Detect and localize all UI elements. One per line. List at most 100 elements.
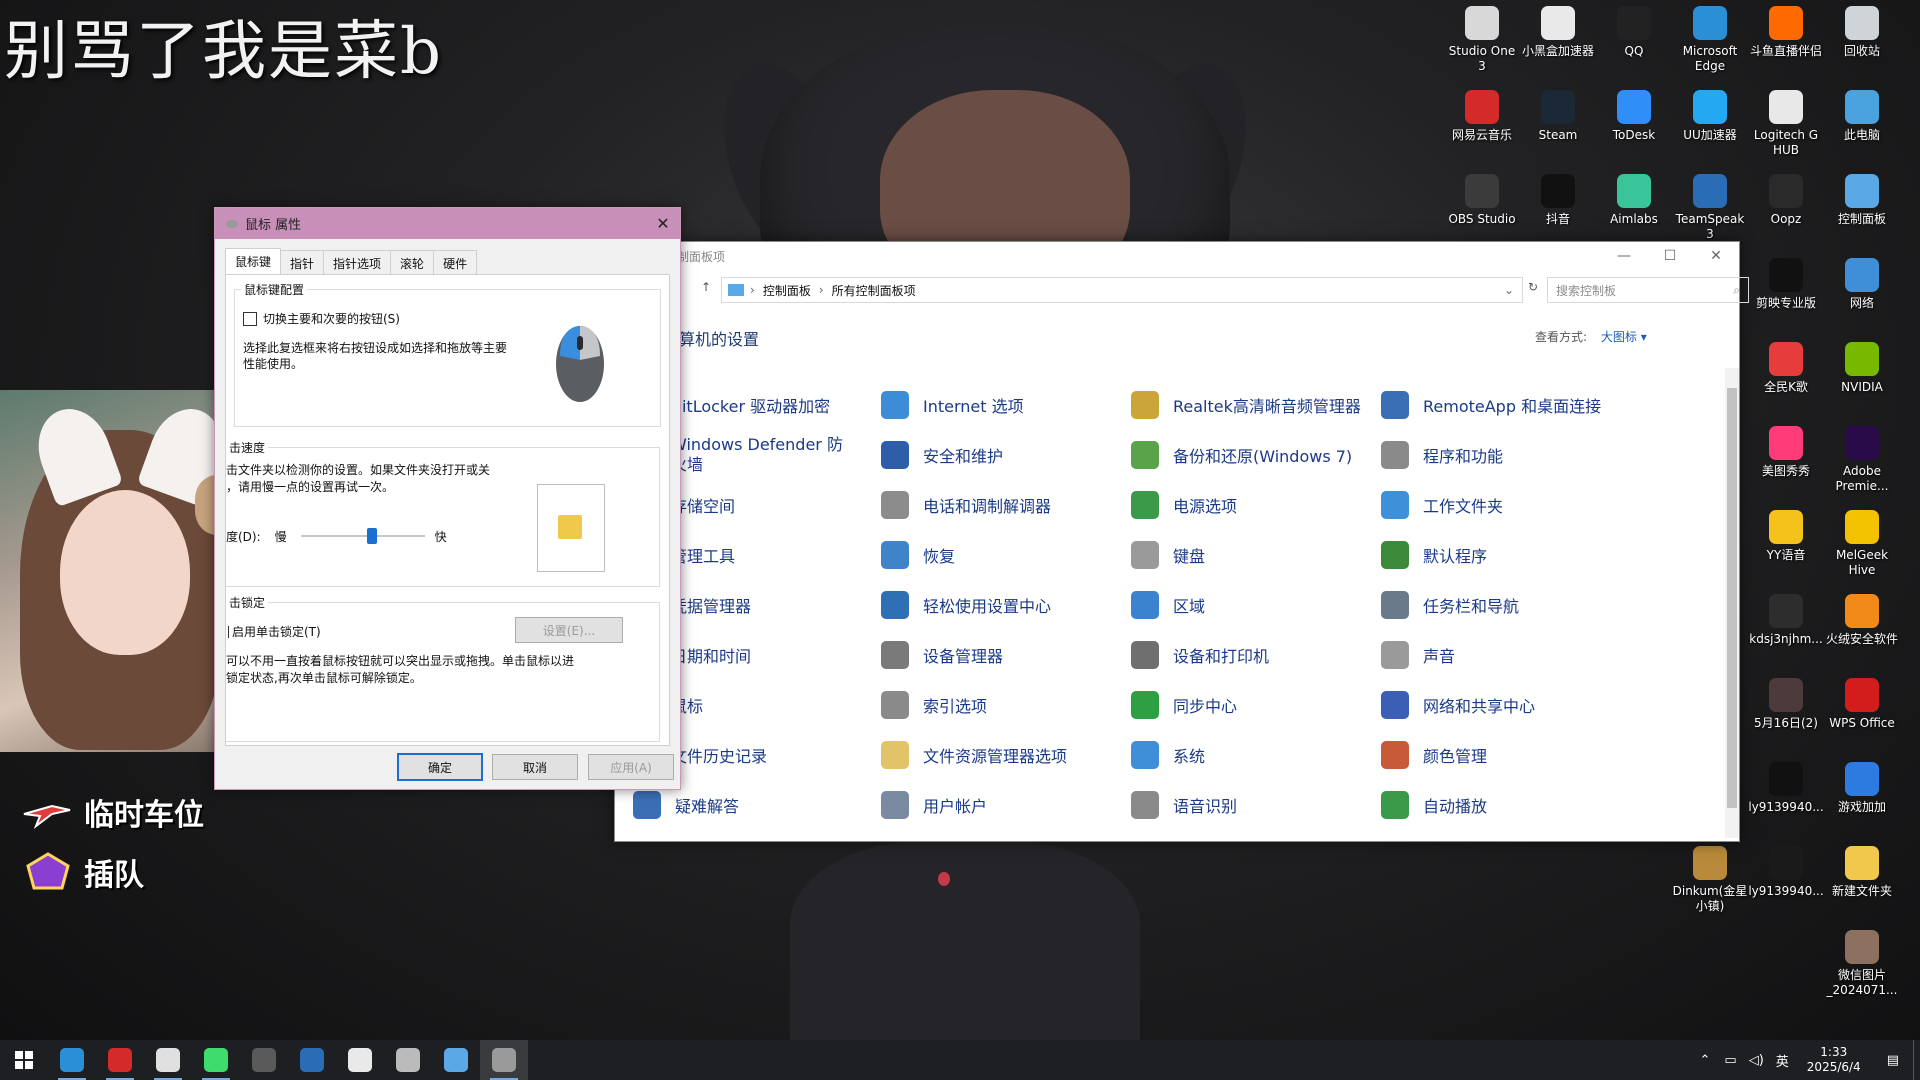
desktop-icon[interactable]: 抖音	[1520, 168, 1596, 227]
control-panel-item[interactable]: 任务栏和导航	[1381, 588, 1519, 622]
control-panel-item[interactable]: 备份和还原(Windows 7)	[1131, 438, 1352, 472]
up-arrow-icon[interactable]: ↑	[701, 280, 711, 294]
control-panel-item[interactable]: 自动播放	[1381, 788, 1487, 822]
control-panel-item[interactable]: Internet 选项	[881, 388, 1024, 422]
close-button[interactable]: ✕	[1693, 248, 1739, 264]
control-panel-item[interactable]: 系统	[1131, 738, 1205, 772]
desktop-icon[interactable]: Oopz	[1748, 168, 1824, 227]
search-input[interactable]: 搜索控制板 ⌕	[1547, 277, 1749, 303]
network-icon[interactable]: ▭	[1724, 1053, 1736, 1068]
control-panel-item[interactable]: BitLocker 驱动器加密	[671, 388, 830, 422]
desktop-icon[interactable]: QQ	[1596, 0, 1672, 59]
control-panel-item[interactable]: 设备管理器	[881, 638, 1003, 672]
desktop-icon[interactable]: 5月16日(2)	[1748, 672, 1824, 731]
folder-icon[interactable]	[558, 515, 582, 539]
taskbar-app-edge[interactable]	[48, 1040, 96, 1080]
control-panel-item[interactable]: 恢复	[881, 538, 955, 572]
desktop-icon[interactable]: Aimlabs	[1596, 168, 1672, 227]
desktop-icon[interactable]: 全民K歌	[1748, 336, 1824, 395]
desktop-icon[interactable]: 网易云音乐	[1444, 84, 1520, 143]
control-panel-item[interactable]: 默认程序	[1381, 538, 1487, 572]
desktop-icon[interactable]: 网络	[1824, 252, 1900, 311]
taskbar-app-xiaoheihe[interactable]	[336, 1040, 384, 1080]
cancel-button[interactable]: 取消	[492, 754, 578, 780]
control-panel-item[interactable]: 键盘	[1131, 538, 1205, 572]
switch-buttons-checkbox[interactable]	[243, 311, 257, 326]
control-panel-item[interactable]: 语音识别	[1131, 788, 1237, 822]
desktop-icon[interactable]: 剪映专业版	[1748, 252, 1824, 311]
control-panel-item[interactable]: 程序和功能	[1381, 438, 1503, 472]
desktop-icon[interactable]: 微信图片_2024071...	[1824, 924, 1900, 998]
vertical-scrollbar[interactable]	[1725, 368, 1739, 838]
start-button[interactable]	[0, 1040, 48, 1080]
slider-thumb[interactable]	[366, 528, 377, 544]
control-panel-item[interactable]: 用户帐户	[881, 788, 987, 822]
click-lock-settings-button[interactable]: 设置(E)...	[515, 617, 623, 643]
desktop-icon[interactable]: 新建文件夹	[1824, 840, 1900, 899]
taskbar-app-mouse[interactable]	[480, 1040, 528, 1080]
control-panel-item[interactable]: 电话和调制解调器	[881, 488, 1051, 522]
control-panel-item[interactable]: Realtek高清晰音频管理器	[1131, 388, 1361, 422]
close-button[interactable]: ✕	[646, 214, 680, 233]
clock[interactable]: 1:33 2025/6/4	[1807, 1045, 1861, 1075]
control-panel-item[interactable]: 设备和打印机	[1131, 638, 1269, 672]
desktop-icon[interactable]: 火绒安全软件	[1824, 588, 1900, 647]
maximize-button[interactable]: ☐	[1647, 248, 1693, 264]
desktop-icon[interactable]: 游戏加加	[1824, 756, 1900, 815]
desktop-icon[interactable]: Dinkum(金星小镇)	[1672, 840, 1748, 914]
show-hidden-icons-icon[interactable]: ⌃	[1700, 1053, 1711, 1068]
ok-button[interactable]: 确定	[397, 753, 483, 781]
control-panel-item[interactable]: 疑难解答	[633, 788, 739, 822]
control-panel-item[interactable]: 颜色管理	[1381, 738, 1487, 772]
desktop-icon[interactable]: UU加速器	[1672, 84, 1748, 143]
address-bar[interactable]: › 控制面板 › 所有控制面板项 ⌄	[721, 277, 1523, 303]
scrollbar-thumb[interactable]	[1727, 388, 1737, 808]
desktop-icon[interactable]: WPS Office	[1824, 672, 1900, 731]
desktop-icon[interactable]: 斗鱼直播伴侣	[1748, 0, 1824, 59]
breadcrumb-all-items[interactable]: 所有控制面板项	[832, 282, 916, 299]
control-panel-item[interactable]: 安全和维护	[881, 438, 1003, 472]
refresh-icon[interactable]: ↻	[1528, 280, 1538, 294]
control-panel-item[interactable]: 轻松使用设置中心	[881, 588, 1051, 622]
desktop-icon[interactable]: 美图秀秀	[1748, 420, 1824, 479]
desktop-icon[interactable]: MelGeek Hive	[1824, 504, 1900, 578]
desktop-icon[interactable]: 控制面板	[1824, 168, 1900, 227]
minimize-button[interactable]: —	[1601, 248, 1647, 264]
ime-indicator[interactable]: 英	[1776, 1051, 1789, 1070]
control-panel-item[interactable]: 文件历史记录	[671, 738, 767, 772]
desktop-icon[interactable]: kdsj3njhm...	[1748, 588, 1824, 647]
control-panel-item[interactable]: 日期和时间	[671, 638, 751, 672]
taskbar-app-kook[interactable]	[192, 1040, 240, 1080]
desktop-icon[interactable]: Adobe Premie...	[1824, 420, 1900, 494]
taskbar-app-studio-one[interactable]	[144, 1040, 192, 1080]
desktop-icon[interactable]: TeamSpeak 3	[1672, 168, 1748, 242]
taskbar-app-panda[interactable]	[384, 1040, 432, 1080]
desktop-icon[interactable]: ToDesk	[1596, 84, 1672, 143]
desktop-icon[interactable]: Microsoft Edge	[1672, 0, 1748, 74]
control-panel-item[interactable]: 区域	[1131, 588, 1205, 622]
view-by-dropdown[interactable]: 大图标 ▾	[1601, 330, 1647, 344]
desktop-icon[interactable]: ly9139940...	[1748, 840, 1824, 899]
apply-button[interactable]: 应用(A)	[588, 754, 674, 780]
control-panel-item[interactable]: 网络和共享中心	[1381, 688, 1535, 722]
test-folder-area[interactable]	[537, 484, 605, 572]
chevron-down-icon[interactable]: ⌄	[1504, 283, 1514, 297]
control-panel-item[interactable]: Windows Defender 防火墙	[671, 435, 851, 474]
click-lock-checkbox[interactable]	[226, 625, 229, 638]
breadcrumb-control-panel[interactable]: 控制面板	[763, 282, 811, 299]
control-panel-item[interactable]: 文件资源管理器选项	[881, 738, 1067, 772]
speed-slider[interactable]	[300, 526, 425, 546]
notification-icon[interactable]: ▤	[1887, 1053, 1899, 1068]
desktop-icon[interactable]: ly9139940...	[1748, 756, 1824, 815]
desktop-icon[interactable]: 小黑盒加速器	[1520, 0, 1596, 59]
taskbar-app-teamspeak[interactable]	[288, 1040, 336, 1080]
control-panel-item[interactable]: 索引选项	[881, 688, 987, 722]
control-panel-item[interactable]: 凭据管理器	[671, 588, 751, 622]
desktop-icon[interactable]: Steam	[1520, 84, 1596, 143]
desktop-icon[interactable]: YY语音	[1748, 504, 1824, 563]
desktop-icon[interactable]: 回收站	[1824, 0, 1900, 59]
taskbar-app-obs[interactable]	[240, 1040, 288, 1080]
desktop-icon[interactable]: NVIDIA	[1824, 336, 1900, 395]
desktop-icon[interactable]: Logitech G HUB	[1748, 84, 1824, 158]
volume-icon[interactable]: ◁)	[1749, 1053, 1764, 1068]
